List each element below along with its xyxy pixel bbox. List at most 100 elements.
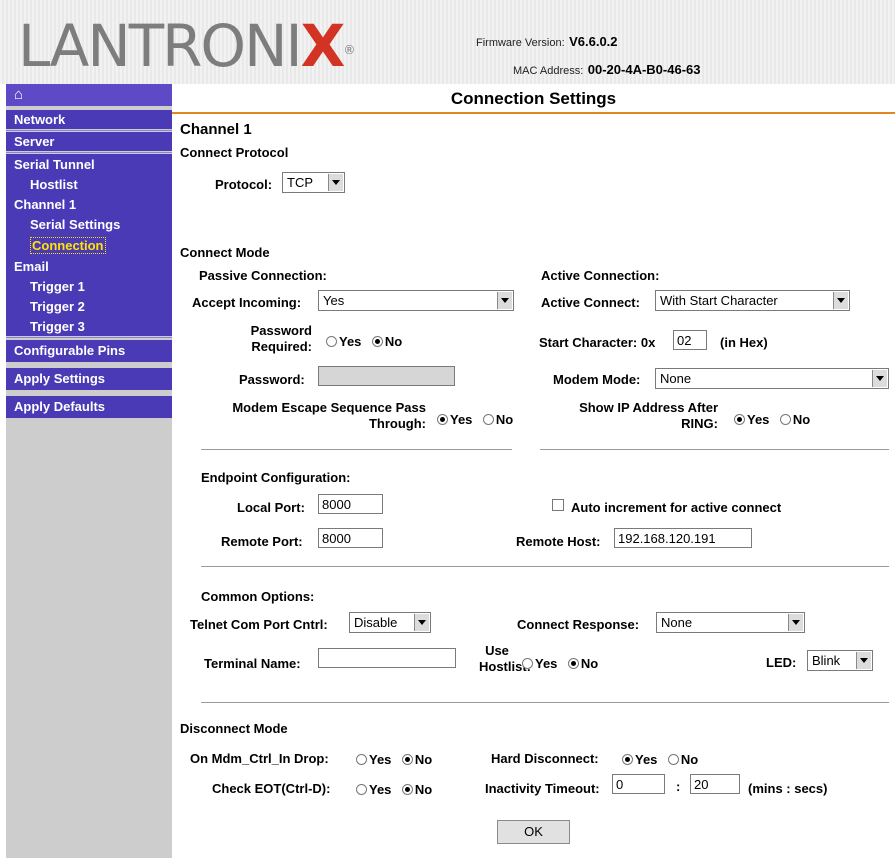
mdm-ctrl-yes-radio[interactable] xyxy=(356,754,367,766)
auto-increment-checkbox[interactable] xyxy=(552,499,564,511)
apply-defaults-button[interactable]: Apply Defaults xyxy=(6,396,172,418)
divider xyxy=(201,702,889,703)
password-required-no-radio[interactable] xyxy=(371,336,383,348)
sidebar-item-channel-1[interactable]: Channel 1 xyxy=(6,195,172,214)
modem-mode-label: Modem Mode: xyxy=(553,372,641,387)
modem-escape-radio-group: Yes No xyxy=(437,411,519,429)
show-ip-no-radio[interactable] xyxy=(779,414,791,426)
connect-response-select[interactable]: None xyxy=(656,612,805,633)
password-label: Password: xyxy=(239,372,305,387)
remote-port-input[interactable] xyxy=(318,528,383,548)
terminal-name-input[interactable] xyxy=(318,648,456,668)
sidebar-item-server[interactable]: Server xyxy=(6,132,172,151)
divider xyxy=(540,449,889,450)
telnet-com-port-label: Telnet Com Port Cntrl: xyxy=(190,617,328,632)
apply-settings-button[interactable]: Apply Settings xyxy=(6,368,172,390)
chevron-down-icon xyxy=(788,614,803,631)
chevron-down-icon xyxy=(872,370,887,387)
remote-host-label: Remote Host: xyxy=(516,534,601,549)
hard-disconnect-radio-group: Yes No xyxy=(622,751,704,769)
remote-port-label: Remote Port: xyxy=(221,534,303,549)
password-required-radio-group: Yes No xyxy=(326,333,408,351)
sidebar-item-serial-tunnel[interactable]: Serial Tunnel xyxy=(6,155,172,174)
disconnect-mode-heading: Disconnect Mode xyxy=(180,721,288,736)
inactivity-minutes-input[interactable] xyxy=(612,774,665,794)
password-required-yes-radio[interactable] xyxy=(326,336,337,348)
telnet-com-port-select[interactable]: Disable xyxy=(349,612,431,633)
use-hostlist-radio-group: Yes No xyxy=(522,655,604,673)
divider xyxy=(201,566,889,567)
chevron-down-icon xyxy=(833,292,848,309)
sidebar-item-connection[interactable]: Connection xyxy=(6,236,172,255)
mdm-ctrl-in-drop-label: On Mdm_Ctrl_In Drop: xyxy=(190,751,329,766)
page-title: Connection Settings xyxy=(172,84,895,114)
home-icon[interactable]: ⌂ xyxy=(6,84,172,106)
ok-button[interactable]: OK xyxy=(497,820,570,844)
check-eot-yes-radio[interactable] xyxy=(356,784,367,796)
accept-incoming-label: Accept Incoming: xyxy=(192,295,302,310)
chevron-down-icon xyxy=(856,652,871,669)
protocol-select[interactable]: TCP xyxy=(282,172,345,193)
terminal-name-label: Terminal Name: xyxy=(204,656,301,671)
show-ip-label: Show IP Address After RING: xyxy=(579,400,718,431)
firmware-version: Firmware Version: V6.6.0.2 xyxy=(476,34,618,49)
mdm-ctrl-in-drop-radio-group: Yes No xyxy=(356,751,438,769)
inactivity-timeout-label: Inactivity Timeout: xyxy=(485,781,600,796)
inactivity-seconds-input[interactable] xyxy=(690,774,740,794)
modem-escape-yes-radio[interactable] xyxy=(437,414,448,426)
password-required-label: Password Required: xyxy=(250,323,312,354)
show-ip-radio-group: Yes No xyxy=(734,411,816,429)
chevron-down-icon xyxy=(328,174,343,191)
sidebar-item-hostlist[interactable]: Hostlist xyxy=(6,175,172,194)
start-character-label: Start Character: 0x xyxy=(539,335,656,350)
start-character-input[interactable] xyxy=(673,330,707,350)
sidebar-divider xyxy=(6,130,172,131)
sidebar-divider xyxy=(6,337,172,338)
password-input[interactable] xyxy=(318,366,455,386)
connect-protocol-heading: Connect Protocol xyxy=(180,145,289,160)
use-hostlist-label: Use Hostlist: xyxy=(479,643,531,674)
start-character-hint: (in Hex) xyxy=(720,335,768,350)
hard-disconnect-label: Hard Disconnect: xyxy=(491,751,599,766)
sidebar-item-trigger-3[interactable]: Trigger 3 xyxy=(6,317,172,336)
lantronix-logo: LANTRONIX® xyxy=(18,12,356,80)
sidebar-item-serial-settings[interactable]: Serial Settings xyxy=(6,215,172,234)
chevron-down-icon xyxy=(414,614,429,631)
active-connection-heading: Active Connection: xyxy=(541,268,660,283)
active-connect-select[interactable]: With Start Character xyxy=(655,290,850,311)
show-ip-yes-radio[interactable] xyxy=(734,414,745,426)
sidebar-item-trigger-2[interactable]: Trigger 2 xyxy=(6,297,172,316)
auto-increment-label: Auto increment for active connect xyxy=(571,500,782,515)
endpoint-heading: Endpoint Configuration: xyxy=(201,470,351,485)
sidebar-item-trigger-1[interactable]: Trigger 1 xyxy=(6,277,172,296)
protocol-label: Protocol: xyxy=(215,177,273,192)
check-eot-radio-group: Yes No xyxy=(356,781,438,799)
common-options-heading: Common Options: xyxy=(201,589,315,604)
led-label: LED: xyxy=(766,655,797,670)
use-hostlist-yes-radio[interactable] xyxy=(522,658,533,670)
modem-escape-label: Modem Escape Sequence Pass Through: xyxy=(232,400,426,431)
mac-address: MAC Address: 00-20-4A-B0-46-63 xyxy=(513,62,701,77)
hard-disconnect-no-radio[interactable] xyxy=(667,754,679,766)
inactivity-colon: : xyxy=(676,779,681,794)
active-connect-label: Active Connect: xyxy=(541,295,640,310)
modem-escape-no-radio[interactable] xyxy=(482,414,494,426)
channel-title: Channel 1 xyxy=(180,121,252,138)
led-select[interactable]: Blink xyxy=(807,650,873,671)
inactivity-units: (mins : secs) xyxy=(748,781,828,796)
mdm-ctrl-no-radio[interactable] xyxy=(401,754,413,766)
use-hostlist-no-radio[interactable] xyxy=(567,658,579,670)
sidebar-item-network[interactable]: Network xyxy=(6,110,172,129)
accept-incoming-select[interactable]: Yes xyxy=(318,290,514,311)
check-eot-label: Check EOT(Ctrl-D): xyxy=(212,781,331,796)
modem-mode-select[interactable]: None xyxy=(655,368,889,389)
divider xyxy=(201,449,512,450)
check-eot-no-radio[interactable] xyxy=(401,784,413,796)
connect-response-label: Connect Response: xyxy=(517,617,640,632)
local-port-label: Local Port: xyxy=(237,500,305,515)
hard-disconnect-yes-radio[interactable] xyxy=(622,754,633,766)
local-port-input[interactable] xyxy=(318,494,383,514)
sidebar-item-configurable-pins[interactable]: Configurable Pins xyxy=(6,340,172,362)
remote-host-input[interactable] xyxy=(614,528,752,548)
sidebar-item-email[interactable]: Email xyxy=(6,257,172,276)
